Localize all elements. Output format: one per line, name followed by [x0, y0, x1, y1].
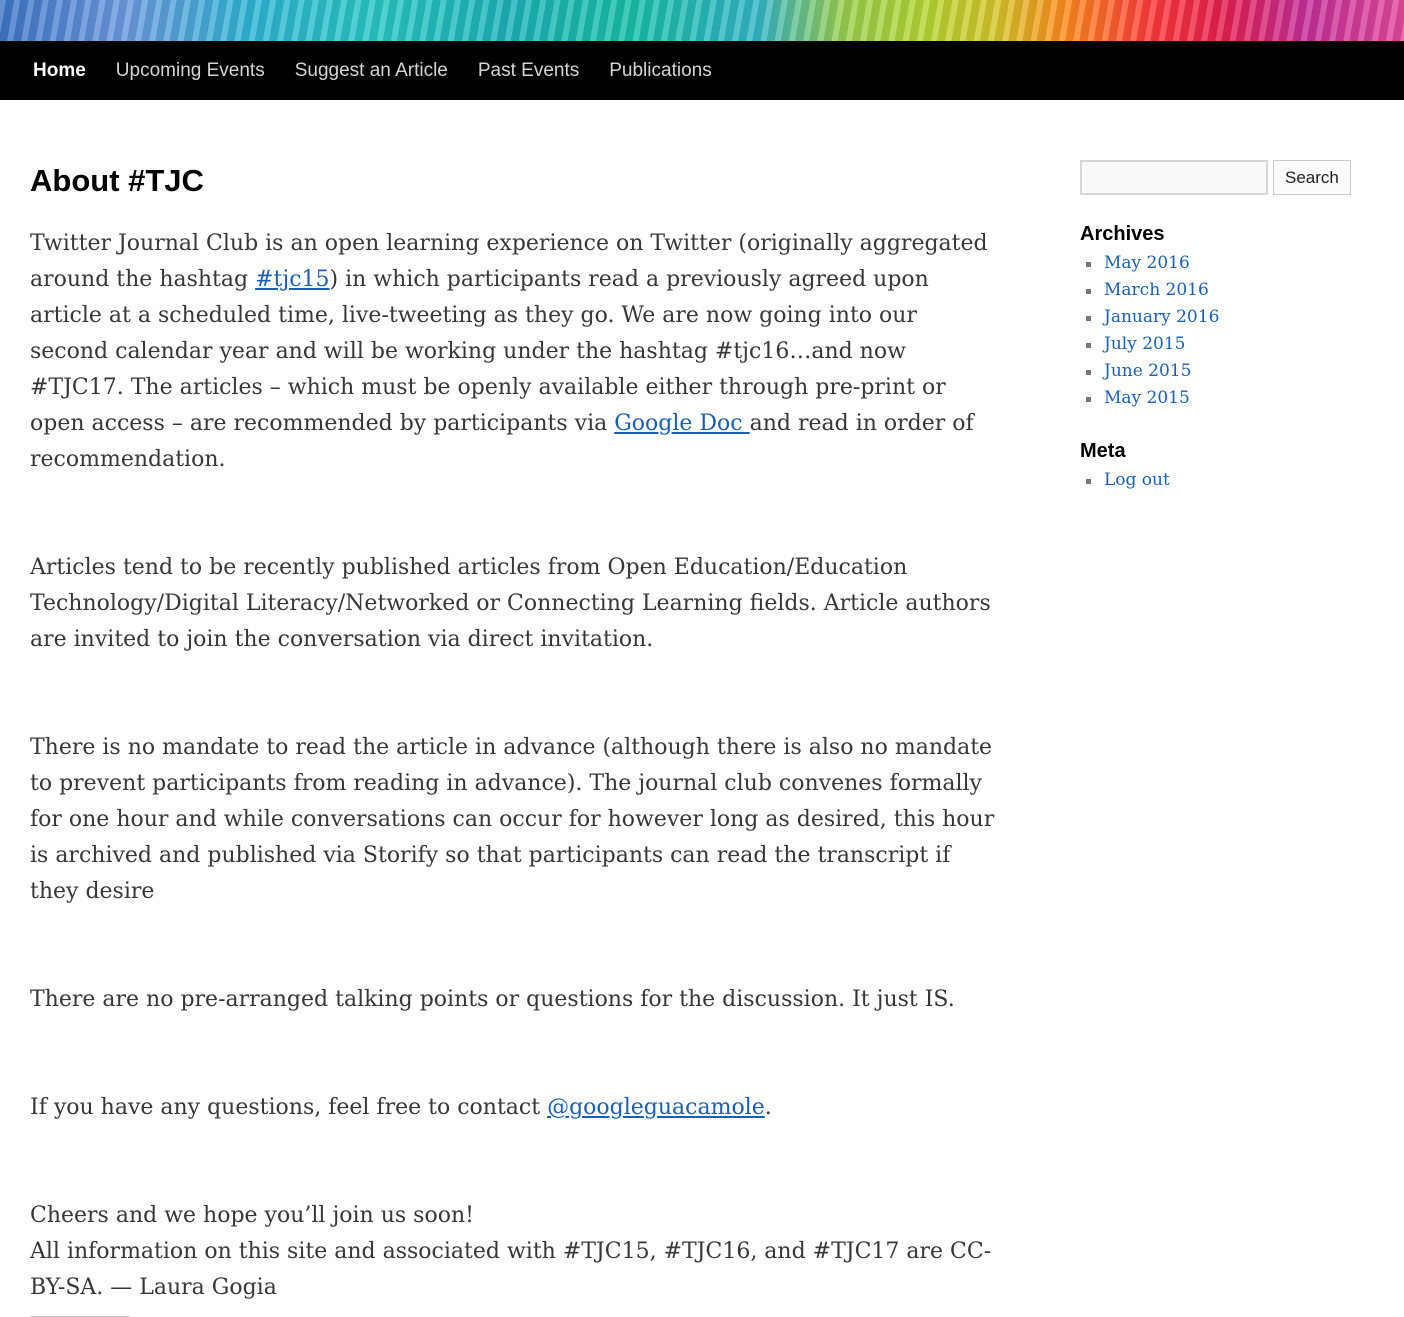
header-banner-image	[0, 0, 1404, 41]
archive-item: January 2016	[1080, 304, 1380, 331]
sidebar: Search Archives May 2016 March 2016 Janu…	[1080, 160, 1380, 494]
googleguacamole-link[interactable]: @googleguacamole	[547, 1095, 765, 1120]
archive-item: March 2016	[1080, 277, 1380, 304]
archive-item: May 2015	[1080, 385, 1380, 412]
meta-item: Log out	[1080, 467, 1380, 494]
search-button[interactable]: Search	[1273, 160, 1351, 195]
archive-item: July 2015	[1080, 331, 1380, 358]
main-content: About #TJC Twitter Journal Club is an op…	[30, 158, 995, 1317]
paragraph-contact: If you have any questions, feel free to …	[30, 1090, 995, 1126]
log-out-link[interactable]: Log out	[1104, 470, 1170, 490]
nav-suggest-article[interactable]: Suggest an Article	[280, 41, 463, 100]
paragraph-mandate: There is no mandate to read the article …	[30, 735, 995, 904]
nav-publications[interactable]: Publications	[594, 41, 726, 100]
archive-item: June 2015	[1080, 358, 1380, 385]
archive-link-may-2016[interactable]: May 2016	[1104, 253, 1190, 273]
closing-line-2: All information on this site and associa…	[30, 1239, 992, 1300]
search-input[interactable]	[1080, 160, 1268, 195]
meta-title: Meta	[1080, 440, 1126, 462]
archives-title: Archives	[1080, 223, 1165, 245]
archive-link-may-2015[interactable]: May 2015	[1104, 388, 1190, 408]
tjc15-hashtag-link[interactable]: #tjc15	[255, 267, 329, 292]
archive-link-june-2015[interactable]: June 2015	[1104, 361, 1191, 381]
paragraph-intro: Twitter Journal Club is an open learning…	[30, 226, 995, 478]
page-title: About #TJC	[30, 163, 204, 198]
nav-past-events[interactable]: Past Events	[463, 41, 594, 100]
archive-link-march-2016[interactable]: March 2016	[1104, 280, 1209, 300]
archive-link-july-2015[interactable]: July 2015	[1104, 334, 1185, 354]
google-doc-link[interactable]: Google Doc	[614, 411, 749, 436]
paragraph-closing: Cheers and we hope you’ll join us soon! A…	[30, 1198, 995, 1306]
closing-line-1: Cheers and we hope you’ll join us soon!	[30, 1203, 474, 1228]
nav-upcoming-events[interactable]: Upcoming Events	[101, 41, 280, 100]
paragraph-articles: Articles tend to be recently published a…	[30, 555, 991, 652]
archives-list: May 2016 March 2016 January 2016 July 20…	[1080, 250, 1380, 412]
nav-home[interactable]: Home	[0, 41, 101, 100]
search-form: Search	[1080, 160, 1380, 195]
archive-item: May 2016	[1080, 250, 1380, 277]
contact-text-1: If you have any questions, feel free to …	[30, 1095, 548, 1120]
paragraph-talking-points: There are no pre-arranged talking points…	[30, 987, 955, 1012]
contact-text-2: .	[764, 1095, 772, 1120]
archive-link-january-2016[interactable]: January 2016	[1104, 307, 1219, 327]
main-navigation: Home Upcoming Events Suggest an Article …	[0, 41, 1404, 100]
meta-list: Log out	[1080, 467, 1380, 494]
